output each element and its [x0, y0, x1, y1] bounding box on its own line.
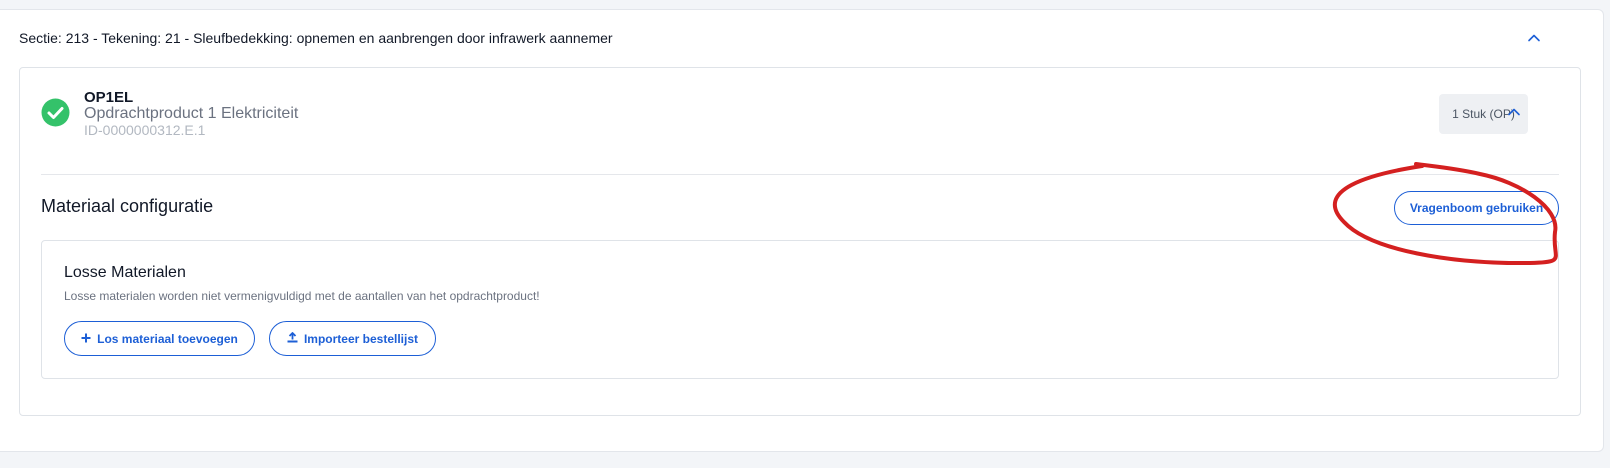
upload-icon [287, 331, 298, 346]
product-collapse-chevron-up-icon[interactable] [1506, 104, 1522, 120]
product-id: ID-0000000312.E.1 [84, 122, 206, 138]
divider [41, 174, 1559, 175]
section-title: Sectie: 213 - Tekening: 21 - Sleufbedekk… [19, 30, 613, 46]
product-code: OP1EL [84, 89, 134, 106]
add-material-label: Los materiaal toevoegen [97, 331, 238, 346]
import-bestellijst-label: Importeer bestellijst [303, 331, 419, 346]
config-title: Materiaal configuratie [41, 196, 214, 216]
losse-title: Losse Materialen [64, 264, 186, 281]
add-material-button[interactable]: Los materiaal toevoegen [64, 321, 255, 356]
check-circle-icon [41, 98, 70, 127]
section-collapse-chevron-up-icon[interactable] [1526, 30, 1542, 46]
product-name: Opdrachtproduct 1 Elektriciteit [84, 105, 299, 122]
losse-subtitle: Losse materialen worden niet vermenigvul… [64, 289, 540, 303]
plus-icon [81, 332, 91, 346]
losse-materialen-card [41, 240, 1559, 379]
vragenboom-button[interactable]: Vragenboom gebruiken [1394, 191, 1559, 225]
import-bestellijst-button[interactable]: Importeer bestellijst [269, 321, 436, 356]
